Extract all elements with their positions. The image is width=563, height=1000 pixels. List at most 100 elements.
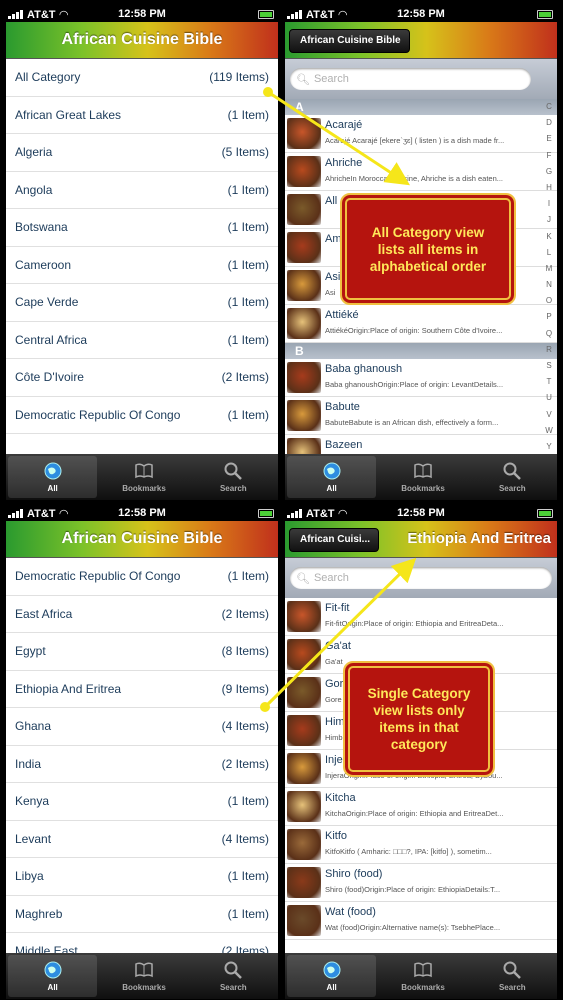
index-letter[interactable]: N: [541, 277, 557, 293]
category-count: (1 Item): [227, 407, 269, 422]
search-icon: [224, 462, 243, 480]
category-name: Algeria: [15, 145, 53, 160]
item-name: Ahriche: [325, 157, 363, 169]
tab-bookmarks-label: Bookmarks: [122, 484, 166, 493]
category-name: Côte D'Ivoire: [15, 370, 84, 385]
index-letter[interactable]: F: [541, 148, 557, 164]
tab-search[interactable]: Search: [468, 454, 557, 500]
item-name: Bazeen: [325, 439, 363, 451]
list-item[interactable]: Kitfo KitfoKitfo ( Amharic: □□□?, IPA: [k…: [285, 826, 557, 864]
index-letter[interactable]: E: [541, 131, 557, 147]
nav-title: Ethiopia And Eritrea: [407, 530, 551, 547]
category-list: All Category (119 Items) African Great Lak…: [6, 59, 278, 434]
tab-all[interactable]: All: [8, 955, 98, 997]
list-item[interactable]: Wat (food) Wat (food)Origin:Alternative n…: [285, 902, 557, 940]
category-count: (4 Items): [221, 831, 269, 846]
category-row[interactable]: India (2 Items): [6, 746, 278, 783]
category-row[interactable]: African Great Lakes (1 Item): [6, 97, 278, 134]
list-item[interactable]: Babute BabuteBabute is an African dish, e…: [285, 397, 557, 435]
dish-thumbnail: [287, 867, 321, 898]
category-row[interactable]: Levant (4 Items): [6, 821, 278, 858]
battery-icon: [537, 10, 553, 19]
index-letter[interactable]: G: [541, 164, 557, 180]
index-letter[interactable]: T: [541, 374, 557, 390]
tab-bar: All Bookmarks Search: [285, 454, 557, 500]
list-item[interactable]: Acarajé Acarajé Acarajé [ekere`ʒɛ] ( list…: [285, 115, 557, 153]
index-letter[interactable]: Y: [541, 439, 557, 455]
tab-bookmarks[interactable]: Bookmarks: [99, 953, 188, 999]
category-row[interactable]: Algeria (5 Items): [6, 134, 278, 172]
index-letter[interactable]: D: [541, 115, 557, 131]
status-time: 12:58 PM: [118, 8, 166, 20]
tab-bookmarks[interactable]: Bookmarks: [99, 454, 188, 500]
category-row[interactable]: Democratic Republic Of Congo (1 Item): [6, 397, 278, 434]
index-letter[interactable]: C: [541, 99, 557, 115]
item-name: Ga'at: [325, 640, 351, 652]
index-letter[interactable]: J: [541, 212, 557, 228]
item-description: Shiro (food)Origin:Place of origin: Ethi…: [325, 885, 501, 894]
item-description: Baba ghanoushOrigin:Place of origin: Lev…: [325, 380, 504, 389]
category-row[interactable]: Egypt (8 Items): [6, 633, 278, 671]
category-row[interactable]: Cameroon (1 Item): [6, 247, 278, 284]
nav-bar: African Cuisine Bible: [6, 521, 278, 558]
index-letter[interactable]: K: [541, 229, 557, 245]
category-row[interactable]: Ghana (4 Items): [6, 708, 278, 746]
dish-thumbnail: [287, 829, 321, 860]
index-letter[interactable]: W: [541, 423, 557, 439]
tab-bookmarks[interactable]: Bookmarks: [378, 454, 467, 500]
index-letter[interactable]: I: [541, 196, 557, 212]
category-row[interactable]: Cape Verde (1 Item): [6, 284, 278, 322]
category-name: Levant: [15, 831, 52, 846]
list-item[interactable]: Fit-fit Fit-fitOrigin:Place of origin: Et…: [285, 598, 557, 636]
index-letter[interactable]: M: [541, 261, 557, 277]
category-row[interactable]: Democratic Republic Of Congo (1 Item): [6, 558, 278, 596]
index-letter[interactable]: O: [541, 293, 557, 309]
tab-all[interactable]: All: [287, 456, 377, 498]
category-name: Maghreb: [15, 906, 63, 921]
category-row[interactable]: All Category (119 Items): [6, 59, 278, 97]
index-letter[interactable]: L: [541, 245, 557, 261]
category-row[interactable]: Côte D'Ivoire (2 Items): [6, 359, 278, 397]
index-letter[interactable]: U: [541, 390, 557, 406]
section-index[interactable]: CDEFGHIJKLMNOPQRSTUVWYZ: [541, 99, 557, 471]
item-name: Attiéké: [325, 309, 359, 321]
category-count: (119 Items): [209, 70, 269, 85]
category-row[interactable]: East Africa (2 Items): [6, 596, 278, 633]
tab-all[interactable]: All: [287, 955, 377, 997]
dish-thumbnail: [287, 715, 321, 746]
section-header: A: [285, 99, 557, 115]
search-icon: 🔍︎: [296, 572, 310, 585]
back-button[interactable]: African Cuisi...: [289, 528, 380, 552]
category-row[interactable]: Angola (1 Item): [6, 172, 278, 209]
category-count: (1 Item): [227, 906, 269, 921]
list-item[interactable]: Shiro (food) Shiro (food)Origin:Place of …: [285, 864, 557, 902]
index-letter[interactable]: P: [541, 309, 557, 325]
back-button[interactable]: African Cuisine Bible: [289, 29, 410, 53]
list-item[interactable]: Ahriche AhricheIn Moroccan cuisine, Ahric…: [285, 153, 557, 191]
item-name: Fit-fit: [325, 602, 350, 614]
category-row[interactable]: Central Africa (1 Item): [6, 322, 278, 359]
index-letter[interactable]: V: [541, 407, 557, 423]
search-input[interactable]: 🔍︎ Search: [290, 68, 531, 90]
list-item[interactable]: Baba ghanoush Baba ghanoushOrigin:Place o…: [285, 359, 557, 397]
tab-search[interactable]: Search: [189, 454, 278, 500]
tab-all[interactable]: All: [8, 456, 98, 498]
tab-search-label: Search: [219, 983, 247, 992]
index-letter[interactable]: Q: [541, 326, 557, 342]
category-row[interactable]: Kenya (1 Item): [6, 783, 278, 821]
index-letter[interactable]: S: [541, 358, 557, 374]
tab-search[interactable]: Search: [189, 953, 278, 999]
index-letter[interactable]: H: [541, 180, 557, 196]
list-item[interactable]: Attiéké AttiékéOrigin:Place of origin: So…: [285, 305, 557, 343]
tab-search[interactable]: Search: [468, 953, 557, 999]
category-count: (5 Items): [221, 145, 269, 160]
category-row[interactable]: Maghreb (1 Item): [6, 896, 278, 933]
list-item[interactable]: Kitcha KitchaOrigin:Place of origin: Ethi…: [285, 788, 557, 826]
index-letter[interactable]: R: [541, 342, 557, 358]
tab-bookmarks[interactable]: Bookmarks: [378, 953, 467, 999]
category-name: India: [15, 756, 42, 771]
category-row[interactable]: Libya (1 Item): [6, 858, 278, 896]
category-row[interactable]: Botswana (1 Item): [6, 209, 278, 247]
search-input[interactable]: 🔍︎ Search: [290, 567, 552, 589]
category-row[interactable]: Ethiopia And Eritrea (9 Items): [6, 671, 278, 708]
